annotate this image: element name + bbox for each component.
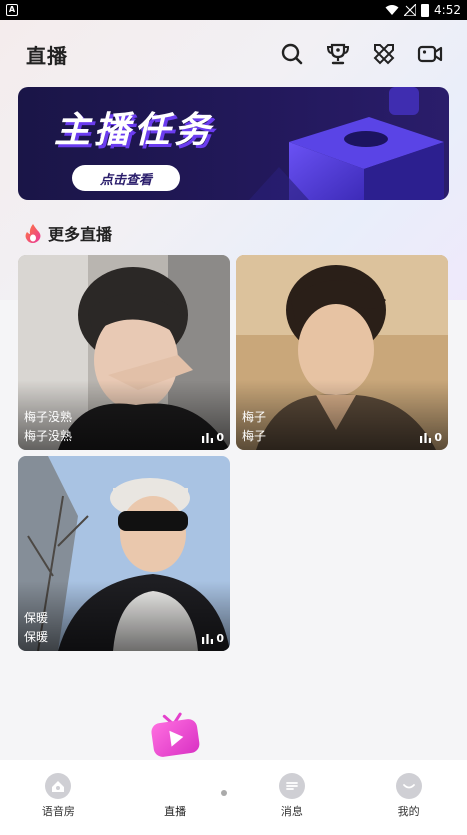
tab-messages[interactable]: 消息 bbox=[252, 773, 332, 819]
bar-chart-icon bbox=[202, 432, 214, 443]
banner-title: 主播任务 bbox=[54, 110, 215, 151]
room-title: 梅子没熟 bbox=[24, 410, 73, 424]
tab-indicator-dot bbox=[221, 790, 227, 796]
bar-chart-icon bbox=[202, 633, 214, 644]
viewer-count-value: 0 bbox=[434, 431, 442, 444]
flame-icon bbox=[25, 224, 41, 243]
clock: 4:52 bbox=[434, 3, 461, 17]
viewer-count: 0 bbox=[202, 431, 224, 444]
tab-me[interactable]: 我的 bbox=[369, 773, 449, 819]
voice-room-icon bbox=[45, 773, 72, 799]
tab-label: 我的 bbox=[397, 805, 420, 818]
live-room-card[interactable]: 梅子 梅子 0 bbox=[236, 255, 448, 450]
page-title: 直播 bbox=[26, 43, 68, 68]
search-button[interactable] bbox=[279, 41, 305, 67]
host-name: 梅子 bbox=[242, 429, 267, 443]
battery-icon bbox=[421, 3, 430, 17]
live-room-card[interactable]: 保暖 保暖 0 bbox=[18, 456, 230, 651]
tab-voice-room[interactable]: 语音房 bbox=[18, 773, 98, 819]
profile-icon bbox=[395, 773, 422, 799]
room-title: 梅子 bbox=[242, 410, 267, 424]
viewer-count: 0 bbox=[202, 632, 224, 645]
banner-decoration bbox=[249, 87, 444, 200]
header-actions bbox=[279, 41, 443, 67]
section-title: 更多直播 bbox=[48, 225, 113, 244]
start-live-button[interactable] bbox=[417, 41, 443, 67]
app-notification-icon: A bbox=[6, 4, 18, 16]
more-live-header: 更多直播 bbox=[24, 220, 112, 246]
pk-button[interactable] bbox=[371, 41, 397, 67]
video-camera-icon bbox=[417, 45, 443, 63]
room-title: 保暖 bbox=[24, 611, 49, 625]
ranking-button[interactable] bbox=[325, 41, 351, 67]
trophy-icon bbox=[326, 43, 350, 65]
signal-icon bbox=[404, 4, 417, 16]
wifi-icon bbox=[385, 5, 399, 15]
page-header: 直播 bbox=[0, 34, 467, 74]
viewer-count-value: 0 bbox=[216, 632, 224, 645]
host-name: 梅子没熟 bbox=[24, 429, 73, 443]
viewer-count-value: 0 bbox=[216, 431, 224, 444]
message-icon bbox=[278, 773, 305, 799]
tab-label: 语音房 bbox=[41, 805, 75, 818]
crossed-swords-icon bbox=[373, 44, 395, 65]
search-icon bbox=[281, 43, 303, 65]
anchor-task-banner[interactable]: 主播任务 点击查看 bbox=[18, 87, 449, 200]
bottom-tab-bar: 语音房 直播 消息 我的 bbox=[0, 712, 467, 835]
bar-chart-icon bbox=[420, 432, 432, 443]
viewer-count: 0 bbox=[420, 431, 442, 444]
tab-label: 消息 bbox=[280, 805, 303, 818]
live-room-card[interactable]: 梅子没熟 梅子没熟 0 bbox=[18, 255, 230, 450]
tab-label: 直播 bbox=[164, 805, 187, 818]
live-tv-icon bbox=[151, 712, 200, 757]
status-bar: A 4:52 bbox=[0, 0, 467, 20]
card-overlay bbox=[18, 581, 230, 651]
host-name: 保暖 bbox=[24, 630, 49, 644]
card-overlay bbox=[236, 380, 448, 450]
banner-view-button[interactable]: 点击查看 bbox=[72, 165, 180, 191]
tab-live[interactable]: 直播 bbox=[135, 712, 215, 819]
